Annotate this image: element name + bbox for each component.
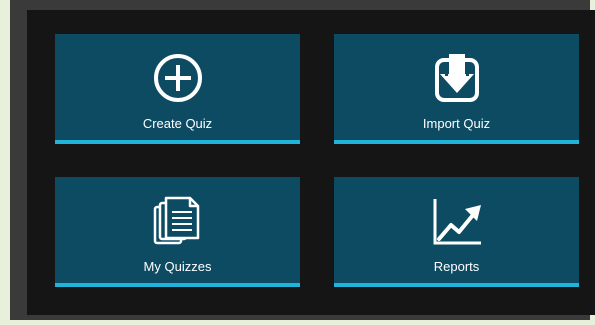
import-quiz-label: Import Quiz [422,116,491,131]
dashboard-panel: Create Quiz Import Quiz My Quizzes Repor… [27,10,595,315]
download-icon [431,52,483,104]
documents-icon [152,195,204,247]
create-quiz-button[interactable]: Create Quiz [55,34,300,144]
plus-circle-icon [152,52,204,104]
reports-label: Reports [433,259,480,274]
import-quiz-button[interactable]: Import Quiz [334,34,579,144]
reports-button[interactable]: Reports [334,177,579,287]
my-quizzes-button[interactable]: My Quizzes [55,177,300,287]
my-quizzes-label: My Quizzes [143,259,212,274]
window-frame: Create Quiz Import Quiz My Quizzes Repor… [10,0,595,320]
create-quiz-label: Create Quiz [142,116,213,131]
trending-chart-icon [431,195,483,247]
